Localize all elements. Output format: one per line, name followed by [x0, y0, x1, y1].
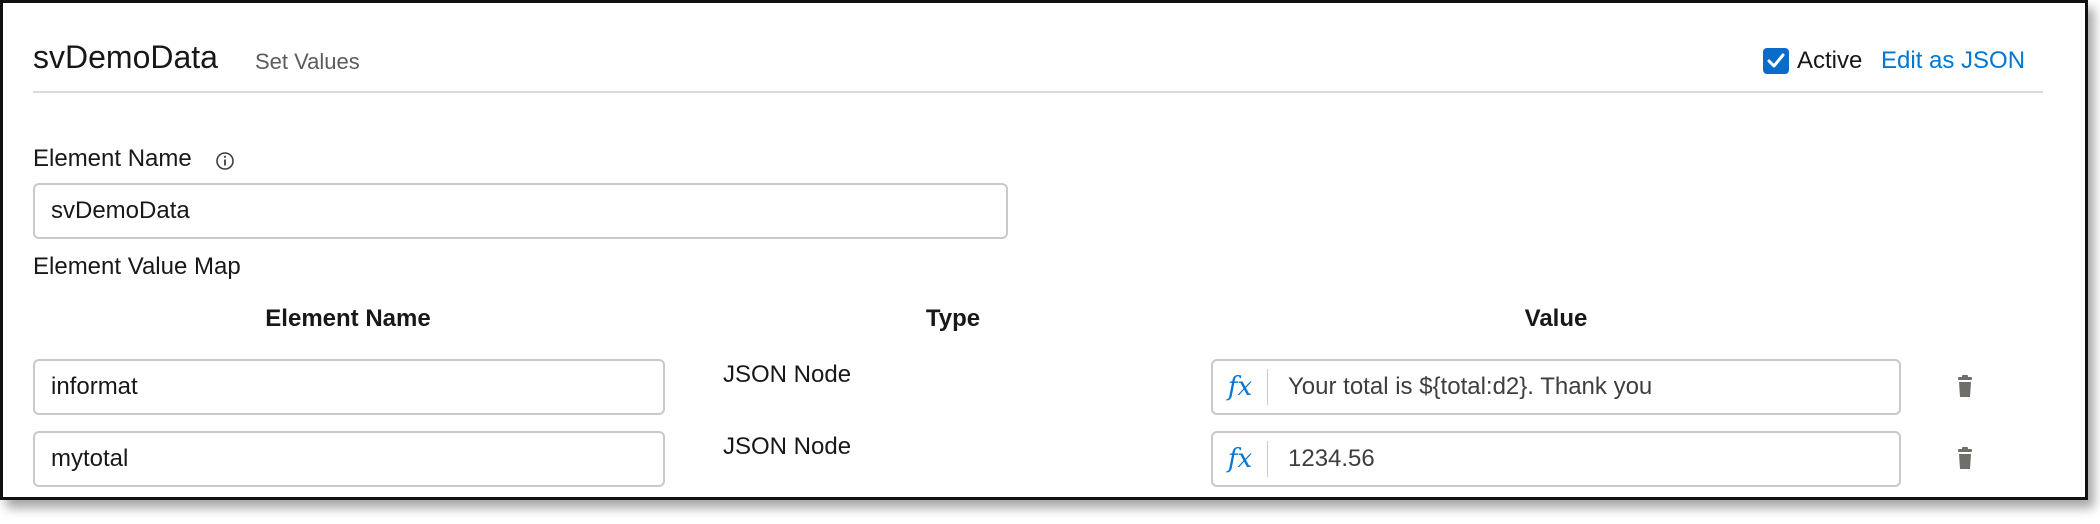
set-values-panel: svDemoData Set Values Active Edit as JSO…	[0, 0, 2088, 500]
row-value-input[interactable]: fx 1234.56	[1211, 431, 1901, 487]
row-type-text: JSON Node	[723, 361, 852, 388]
delete-row-icon[interactable]	[1955, 447, 1975, 471]
page-title: svDemoData	[33, 39, 218, 75]
edit-as-json-link[interactable]: Edit as JSON	[1881, 47, 2025, 75]
active-toggle[interactable]: Active	[1763, 47, 1862, 75]
row-value-text: Your total is ${total:d2}. Thank you	[1288, 373, 1653, 400]
panel-header: svDemoData Set Values Active Edit as JSO…	[33, 33, 2043, 93]
row-type-text: JSON Node	[723, 433, 852, 460]
page-subtitle: Set Values	[255, 49, 360, 74]
delete-row-icon[interactable]	[1955, 375, 1975, 399]
formula-icon[interactable]: fx	[1213, 441, 1268, 477]
active-label: Active	[1797, 47, 1863, 74]
row-value-input[interactable]: fx Your total is ${total:d2}. Thank you	[1211, 359, 1901, 415]
info-icon[interactable]	[215, 151, 235, 171]
column-header-element-name: Element Name	[265, 305, 431, 332]
element-name-label: Element Name	[33, 145, 192, 172]
row-element-name-input[interactable]: mytotal	[33, 431, 665, 487]
active-checkbox[interactable]	[1763, 48, 1789, 74]
value-map-label: Element Value Map	[33, 253, 241, 280]
column-header-type: Type	[925, 305, 981, 332]
column-header-value: Value	[1524, 305, 1588, 332]
row-element-name-input[interactable]: informat	[33, 359, 665, 415]
element-name-input[interactable]: svDemoData	[33, 183, 1008, 239]
row-value-text: 1234.56	[1288, 445, 1375, 472]
check-icon	[1767, 53, 1785, 68]
formula-icon[interactable]: fx	[1213, 369, 1268, 405]
